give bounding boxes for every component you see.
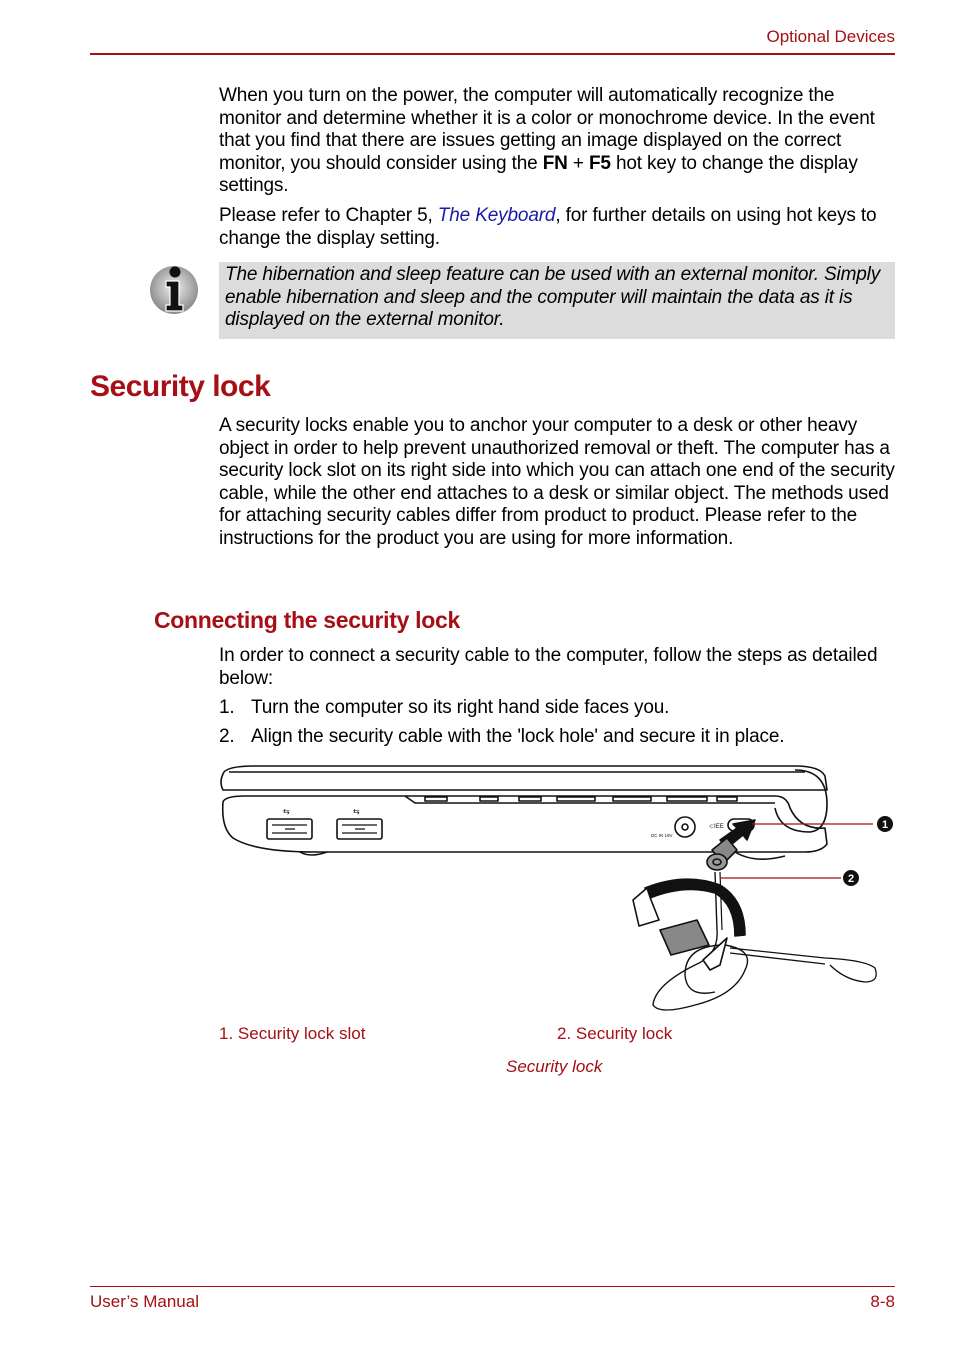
page-number: 8-8	[870, 1292, 895, 1311]
tag	[659, 919, 710, 956]
svg-text:DC IN 19V: DC IN 19V	[651, 833, 673, 838]
note-text: The hibernation and sleep feature can be…	[225, 264, 881, 331]
intro-text: When you turn on the power, the computer…	[219, 85, 899, 250]
svg-text:⊂IEE: ⊂IEE	[709, 824, 724, 830]
footer-rule	[90, 1286, 895, 1287]
step-item: 1. Turn the computer so its right hand si…	[219, 697, 670, 718]
usb-port	[266, 818, 313, 840]
keyboard-chapter-link[interactable]: The Keyboard	[438, 205, 556, 226]
svg-text:⇆: ⇆	[353, 807, 360, 816]
info-icon	[150, 266, 198, 314]
intro-paragraph-1: When you turn on the power, the computer…	[219, 85, 875, 197]
intro-paragraph-2: Please refer to Chapter 5, The Keyboard,…	[219, 204, 877, 249]
subsection-intro: In order to connect a security cable to …	[219, 645, 878, 689]
figure-title: Security lock	[506, 1057, 603, 1076]
key-f5: F5	[588, 152, 611, 174]
footer-manual-title: User’s Manual	[90, 1292, 199, 1311]
figure-caption-1: 1. Security lock slot	[219, 1024, 366, 1043]
callout-badge-1: 1	[877, 816, 893, 832]
header-section-title: Optional Devices	[766, 27, 895, 46]
svg-text:1: 1	[882, 819, 888, 831]
header-rule	[90, 53, 895, 55]
laptop-lid	[220, 765, 828, 791]
dc-in-port	[674, 816, 696, 838]
figure-caption-2: 2. Security lock	[557, 1024, 673, 1043]
svg-text:⇆: ⇆	[283, 807, 290, 816]
key-fn: FN	[542, 152, 568, 174]
note-box: The hibernation and sleep feature can be…	[219, 262, 895, 339]
security-lock-illustration: ⇆ ⇆ DC IN 19V ⊂IEE 1 2	[220, 765, 893, 1011]
svg-text:2: 2	[848, 873, 854, 885]
section-heading: Security lock	[90, 370, 271, 403]
section-body: A security locks enable you to anchor yo…	[219, 415, 895, 549]
step-item: 2. Align the security cable with the 'loc…	[219, 726, 785, 747]
subsection-heading: Connecting the security lock	[154, 607, 460, 633]
usb-port	[336, 818, 383, 840]
callout-badge-2: 2	[843, 870, 859, 886]
